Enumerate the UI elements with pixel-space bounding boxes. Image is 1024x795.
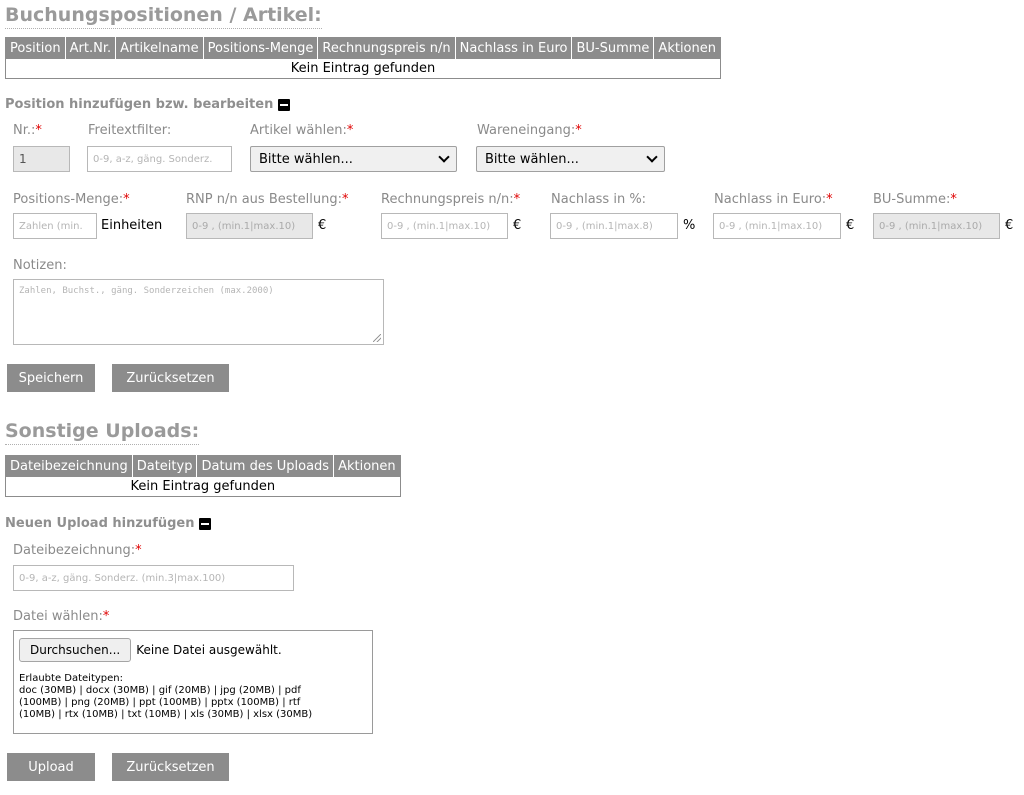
rnp-field[interactable]: 0-9 , (min.1|max.10) [186,213,313,239]
collapse-icon[interactable] [199,517,212,530]
freitext-label: Freitextfilter: [88,123,172,138]
artikel-select[interactable]: Bitte wählen... [250,146,457,172]
file-upload-box: Durchsuchen... Keine Datei ausgewählt. E… [13,630,373,734]
upload-button[interactable]: Upload [7,753,95,781]
notizen-label: Notizen: [13,258,67,273]
bu-summe-field[interactable]: 0-9 , (min.1|max.10) [873,213,1000,239]
positions-table-header-row: Position Art.Nr. Artikelname Positions-M… [5,37,721,59]
positions-table-empty-row: Kein Eintrag gefunden [5,58,721,79]
col-header-bu-summe: BU-Summe [571,37,655,59]
dateibezeichnung-input[interactable]: 0-9, a-z, gäng. Sonderz. (min.3|max.100) [13,565,294,591]
upload-form-header: Neuen Upload hinzufügen [5,516,212,531]
resize-handle-icon[interactable] [373,334,381,342]
col-header-rechnungspreis: Rechnungspreis n/n [317,37,456,59]
positions-table: Position Art.Nr. Artikelname Positions-M… [5,37,721,79]
wareneingang-label: Wareneingang:* [477,123,582,138]
uploads-section-title: Sonstige Uploads: [5,420,200,445]
allowed-line: doc (30MB) | docx (30MB) | gif (20MB) | … [19,685,301,696]
nachlass-euro-input[interactable]: 0-9 , (min.1|max.10) [713,213,841,239]
position-form-header: Position hinzufügen bzw. bearbeiten [5,97,291,112]
menge-label: Positions-Menge:* [13,192,130,207]
col-header-artikelname: Artikelname [115,37,204,59]
col-header-aktionen: Aktionen [653,37,721,59]
uploads-table-header-row: Dateibezeichnung Dateityp Datum des Uplo… [5,455,401,477]
nachlass-euro-label: Nachlass in Euro:* [714,192,833,207]
rnp-unit: € [318,218,327,233]
nachlass-prozent-input[interactable]: 0-9 , (min.1|max.8) [550,213,678,239]
nr-field[interactable]: 1 [13,146,70,172]
chevron-down-icon [646,151,658,163]
collapse-icon[interactable] [278,98,291,111]
nr-label: Nr.:* [13,123,42,138]
col-header-art-nr: Art.Nr. [65,37,117,59]
empty-text: Kein Eintrag gefunden [5,58,721,79]
rnp-label: RNP n/n aus Bestellung:* [186,192,349,207]
freitext-filter-input[interactable]: 0-9, a-z, gäng. Sonderz. [87,146,232,172]
positions-section-title: Buchungspositionen / Artikel: [5,4,322,29]
nachlass-prozent-label: Nachlass in %: [551,192,647,207]
col-header-nachlass-euro: Nachlass in Euro [455,37,573,59]
col-header-dateityp: Dateityp [132,455,198,477]
no-file-text: Keine Datei ausgewählt. [136,643,282,657]
col-header-positions-menge: Positions-Menge [203,37,319,59]
datei-label: Datei wählen:* [13,609,110,624]
reset-button[interactable]: Zurücksetzen [112,364,229,392]
allowed-filetypes: Erlaubte Dateitypen: doc (30MB) | docx (… [19,673,371,721]
artikel-label: Artikel wählen:* [250,123,354,138]
artikel-select-value: Bitte wählen... [259,151,353,167]
rechnungspreis-label: Rechnungspreis n/n:* [381,192,521,207]
rechnungspreis-unit: € [513,218,522,233]
upload-form-title: Neuen Upload hinzufügen [5,516,195,531]
menge-input[interactable]: Zahlen (min. [13,213,97,239]
file-picker: Durchsuchen... Keine Datei ausgewählt. [19,638,282,662]
allowed-line: (100MB) | png (20MB) | ppt (100MB) | ppt… [19,697,301,708]
col-header-datum: Datum des Uploads [196,455,335,477]
col-header-position: Position [5,37,66,59]
chevron-down-icon [438,151,450,163]
col-header-aktionen: Aktionen [333,455,401,477]
uploads-table-empty-row: Kein Eintrag gefunden [5,476,401,497]
bu-summe-label: BU-Summe:* [873,192,957,207]
bu-summe-unit: € [1005,218,1014,233]
col-header-dateibezeichnung: Dateibezeichnung [5,455,133,477]
allowed-line: (10MB) | rtx (10MB) | txt (10MB) | xls (… [19,709,313,720]
allowed-title: Erlaubte Dateitypen: [19,673,123,684]
menge-unit: Einheiten [101,218,163,233]
empty-text: Kein Eintrag gefunden [5,476,401,497]
upload-reset-button[interactable]: Zurücksetzen [112,753,229,781]
notizen-placeholder: Zahlen, Buchst., gäng. Sonderzeichen (ma… [19,286,274,296]
uploads-table: Dateibezeichnung Dateityp Datum des Uplo… [5,455,401,497]
wareneingang-select-value: Bitte wählen... [485,151,579,167]
save-button[interactable]: Speichern [7,364,95,392]
dateibezeichnung-label: Dateibezeichnung:* [13,543,142,558]
browse-button[interactable]: Durchsuchen... [19,638,132,662]
nachlass-prozent-unit: % [683,218,696,233]
nachlass-euro-unit: € [846,218,855,233]
rechnungspreis-input[interactable]: 0-9 , (min.1|max.10) [381,213,508,239]
notizen-textarea[interactable]: Zahlen, Buchst., gäng. Sonderzeichen (ma… [13,279,384,345]
position-form-title: Position hinzufügen bzw. bearbeiten [5,97,274,112]
wareneingang-select[interactable]: Bitte wählen... [476,146,665,172]
